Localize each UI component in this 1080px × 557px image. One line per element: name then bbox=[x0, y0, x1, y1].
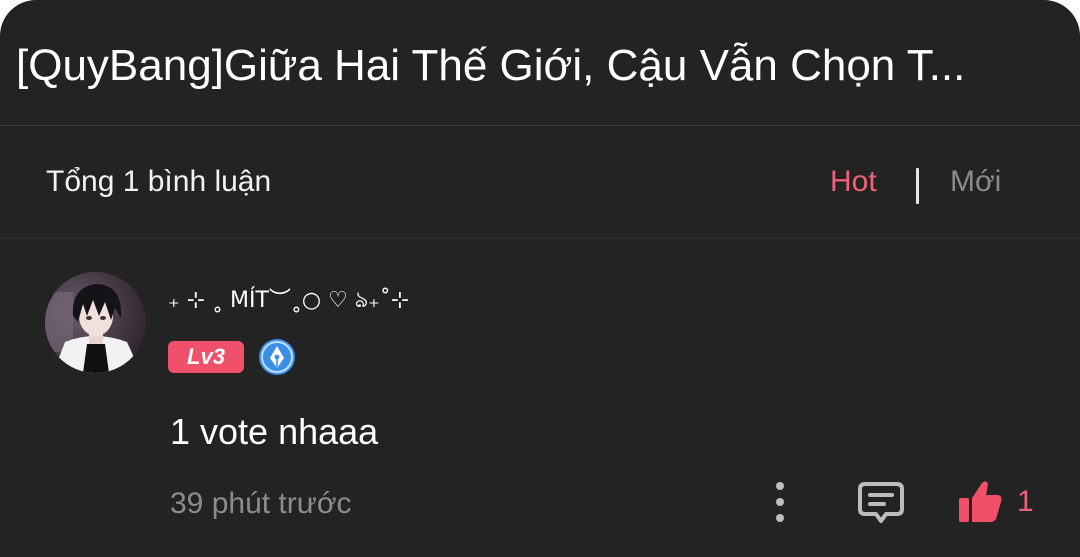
thumbs-up-icon bbox=[959, 481, 1002, 522]
more-vertical-icon bbox=[776, 482, 784, 522]
sort-divider bbox=[916, 168, 919, 204]
like-count: 1 bbox=[1017, 485, 1034, 518]
page-title: [QuyBang]Giữa Hai Thế Giới, Cậu Vẫn Chọn… bbox=[16, 41, 966, 90]
comment-summary-bar: Tổng 1 bình luận Hot Mới bbox=[0, 126, 1080, 239]
reply-button[interactable] bbox=[856, 480, 906, 526]
avatar-image bbox=[45, 272, 146, 373]
header: [QuyBang]Giữa Hai Thế Giới, Cậu Vẫn Chọn… bbox=[0, 0, 1080, 126]
comment-total: Tổng 1 bình luận bbox=[46, 165, 272, 198]
comment-content: 1 vote nhaaa bbox=[170, 411, 379, 452]
comment-item: ₊ ⊹ ˳ MÍT︶˳○ ♡ ঌ₊˚⊹ Lv3 1 vote nhaaa 39 … bbox=[0, 240, 1080, 557]
level-badge: Lv3 bbox=[168, 341, 244, 373]
like-button[interactable]: 1 bbox=[955, 478, 1045, 526]
comment-icon bbox=[858, 482, 904, 523]
username[interactable]: ₊ ⊹ ˳ MÍT︶˳○ ♡ ঌ₊˚⊹ bbox=[168, 284, 409, 318]
more-button[interactable] bbox=[760, 480, 800, 524]
comment-timestamp: 39 phút trước bbox=[170, 487, 352, 520]
comments-sheet: [QuyBang]Giữa Hai Thế Giới, Cậu Vẫn Chọn… bbox=[0, 0, 1080, 557]
sort-hot-tab[interactable]: Hot bbox=[830, 164, 877, 200]
pen-nib-badge-icon bbox=[258, 338, 296, 376]
avatar[interactable] bbox=[45, 272, 146, 373]
sort-new-tab[interactable]: Mới bbox=[950, 164, 1001, 200]
